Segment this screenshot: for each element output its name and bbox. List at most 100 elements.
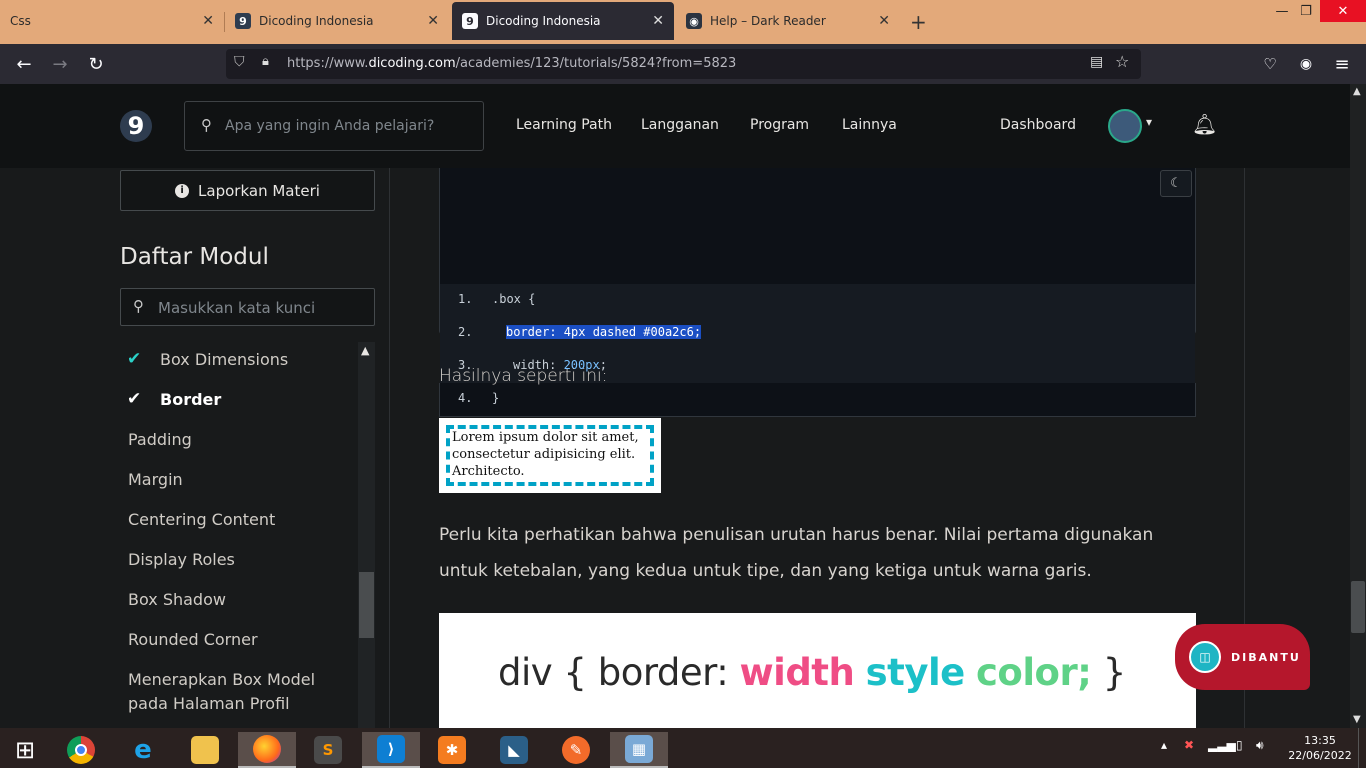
- nav-dashboard[interactable]: Dashboard: [1000, 117, 1076, 133]
- tab-dicoding-active[interactable]: 9 Dicoding Indonesia ✕: [452, 2, 674, 40]
- notification-bell-icon[interactable]: 🔔︎: [1192, 112, 1217, 136]
- module-item[interactable]: Box Shadow: [128, 588, 226, 612]
- module-item-current[interactable]: Border: [160, 388, 221, 412]
- banner-suffix: }: [1091, 651, 1127, 694]
- search-icon: ⚲: [133, 297, 144, 315]
- nav-lainnya[interactable]: Lainnya: [842, 117, 897, 133]
- module-item[interactable]: Display Roles: [128, 548, 235, 572]
- internet-explorer-icon[interactable]: e: [119, 732, 167, 768]
- module-search-input[interactable]: ⚲ Masukkan kata kunci: [120, 288, 375, 326]
- tab-title: Css: [10, 14, 31, 28]
- site-search-placeholder: Apa yang ingin Anda pelajari?: [225, 118, 435, 134]
- pencil-logo: ✎: [562, 736, 590, 764]
- system-clock[interactable]: 13:35 22/06/2022: [1288, 733, 1352, 763]
- dark-reader-extension-icon[interactable]: ◉: [1294, 52, 1318, 76]
- back-icon[interactable]: ←: [12, 52, 36, 76]
- tab-title: Help – Dark Reader: [710, 14, 826, 28]
- pencil-app-icon[interactable]: ✎: [552, 732, 600, 768]
- module-list: ✔ Box Dimensions ✔ Border Padding Margin…: [120, 342, 358, 728]
- tab-dicoding-1[interactable]: 9 Dicoding Indonesia ✕: [225, 2, 449, 40]
- avatar[interactable]: [1108, 109, 1142, 143]
- windows-start-icon[interactable]: ⊞: [1, 732, 49, 768]
- clock-time: 13:35: [1304, 734, 1336, 747]
- dibantu-chat-button[interactable]: ◫ DIBANTU: [1175, 624, 1310, 690]
- page-scrollbar[interactable]: ▲ ▼: [1350, 84, 1366, 728]
- scroll-up-chevron-icon[interactable]: ▲: [361, 344, 369, 357]
- scroll-up-icon[interactable]: ▲: [1353, 86, 1361, 97]
- tab-dark-reader[interactable]: ◉ Help – Dark Reader ✕: [676, 2, 900, 40]
- chat-widget-label: DIBANTU: [1231, 650, 1301, 664]
- window-close-icon[interactable]: ✕: [1320, 0, 1366, 22]
- volume-icon[interactable]: 🔊︎: [1256, 738, 1264, 753]
- close-icon[interactable]: ✕: [652, 13, 664, 29]
- module-item[interactable]: Rounded Corner: [128, 628, 258, 652]
- code-line-1: 1. .box {: [440, 284, 1195, 317]
- selected-code: border: 4px dashed #00a2c6;: [506, 325, 702, 339]
- banner-width: width: [739, 651, 855, 694]
- menu-hamburger-icon[interactable]: ≡: [1330, 52, 1354, 76]
- sublime-logo: S: [314, 736, 342, 764]
- banner-color: color;: [975, 651, 1092, 694]
- nav-learning-path[interactable]: Learning Path: [516, 117, 612, 133]
- browser-nav-bar: ← → ↻ ⛉ 🔒︎ https://www.dicoding.com/acad…: [0, 44, 1366, 84]
- search-icon: ⚲: [201, 116, 212, 134]
- module-item[interactable]: Padding: [128, 428, 192, 452]
- firefox-icon[interactable]: [238, 732, 296, 768]
- site-search-input[interactable]: ⚲ Apa yang ingin Anda pelajari?: [184, 101, 484, 151]
- battery-icon[interactable]: ▯: [1236, 738, 1243, 752]
- result-intro: Hasilnya seperti ini:: [439, 366, 608, 386]
- mysql-workbench-icon[interactable]: ◣: [490, 732, 538, 768]
- close-icon[interactable]: ✕: [878, 13, 890, 29]
- module-item[interactable]: Centering Content: [128, 508, 275, 532]
- dicoding-logo[interactable]: 9: [120, 110, 152, 142]
- file-explorer-icon[interactable]: [181, 732, 229, 768]
- check-icon: ✔: [127, 389, 142, 409]
- forward-icon[interactable]: →: [48, 52, 72, 76]
- url-text[interactable]: https://www.dicoding.com/academies/123/t…: [287, 56, 736, 71]
- module-item[interactable]: Menerapkan Box Model pada Halaman Profil: [128, 668, 356, 716]
- restore-icon[interactable]: ❐: [1292, 0, 1320, 22]
- page-scrollbar-thumb[interactable]: [1351, 581, 1365, 633]
- module-item[interactable]: Box Dimensions: [160, 348, 288, 372]
- banner-text: div { border: width style color; }: [498, 651, 1126, 694]
- address-bar[interactable]: ⛉ 🔒︎ https://www.dicoding.com/academies/…: [226, 49, 1141, 79]
- chevron-down-icon[interactable]: ▾: [1146, 115, 1152, 129]
- line-number: 1.: [458, 292, 473, 306]
- module-item[interactable]: Margin: [128, 468, 183, 492]
- reader-view-icon[interactable]: ▤: [1090, 54, 1103, 70]
- network-error-icon[interactable]: ✖: [1184, 738, 1194, 752]
- sidebar-border: [389, 168, 390, 728]
- code-text: .box {: [492, 292, 536, 306]
- new-tab-plus-icon[interactable]: +: [910, 10, 927, 34]
- nav-langganan[interactable]: Langganan: [641, 117, 719, 133]
- line-number: 4.: [458, 391, 473, 405]
- sublime-text-icon[interactable]: S: [304, 732, 352, 768]
- signal-icon[interactable]: ▂▃▅: [1208, 738, 1236, 752]
- reload-icon[interactable]: ↻: [84, 52, 108, 76]
- code-text: border: 4px dashed #00a2c6;: [506, 325, 702, 339]
- tray-chevron-up-icon[interactable]: ▴: [1161, 738, 1167, 752]
- theme-toggle-moon-icon[interactable]: ☾: [1160, 170, 1192, 197]
- info-icon: i: [175, 183, 190, 198]
- close-icon[interactable]: ✕: [427, 13, 439, 29]
- module-list-title: Daftar Modul: [120, 244, 269, 270]
- nav-program[interactable]: Program: [750, 117, 809, 133]
- module-list-scrollbar[interactable]: ▲: [358, 342, 375, 728]
- chrome-icon[interactable]: [57, 732, 105, 768]
- lock-icon[interactable]: 🔒︎: [262, 54, 269, 69]
- vscode-icon[interactable]: ⟩: [362, 732, 420, 768]
- code-line-2: 2. border: 4px dashed #00a2c6;: [440, 317, 1195, 350]
- bookmark-star-icon[interactable]: ☆: [1115, 52, 1129, 71]
- xampp-icon[interactable]: ✱: [428, 732, 476, 768]
- show-desktop-button[interactable]: [1358, 728, 1366, 768]
- code-line-4: 4. }: [439, 383, 1196, 417]
- control-panel-icon[interactable]: ▦: [610, 732, 668, 768]
- report-material-button[interactable]: i Laporkan Materi: [120, 170, 375, 211]
- scrollbar-thumb[interactable]: [359, 572, 374, 638]
- scroll-down-icon[interactable]: ▼: [1353, 714, 1361, 725]
- chrome-logo: [67, 736, 95, 764]
- shield-icon[interactable]: ⛉: [234, 54, 245, 70]
- tab-css[interactable]: Css ✕: [0, 2, 224, 40]
- pocket-icon[interactable]: ♡: [1258, 52, 1282, 76]
- close-icon[interactable]: ✕: [202, 13, 214, 29]
